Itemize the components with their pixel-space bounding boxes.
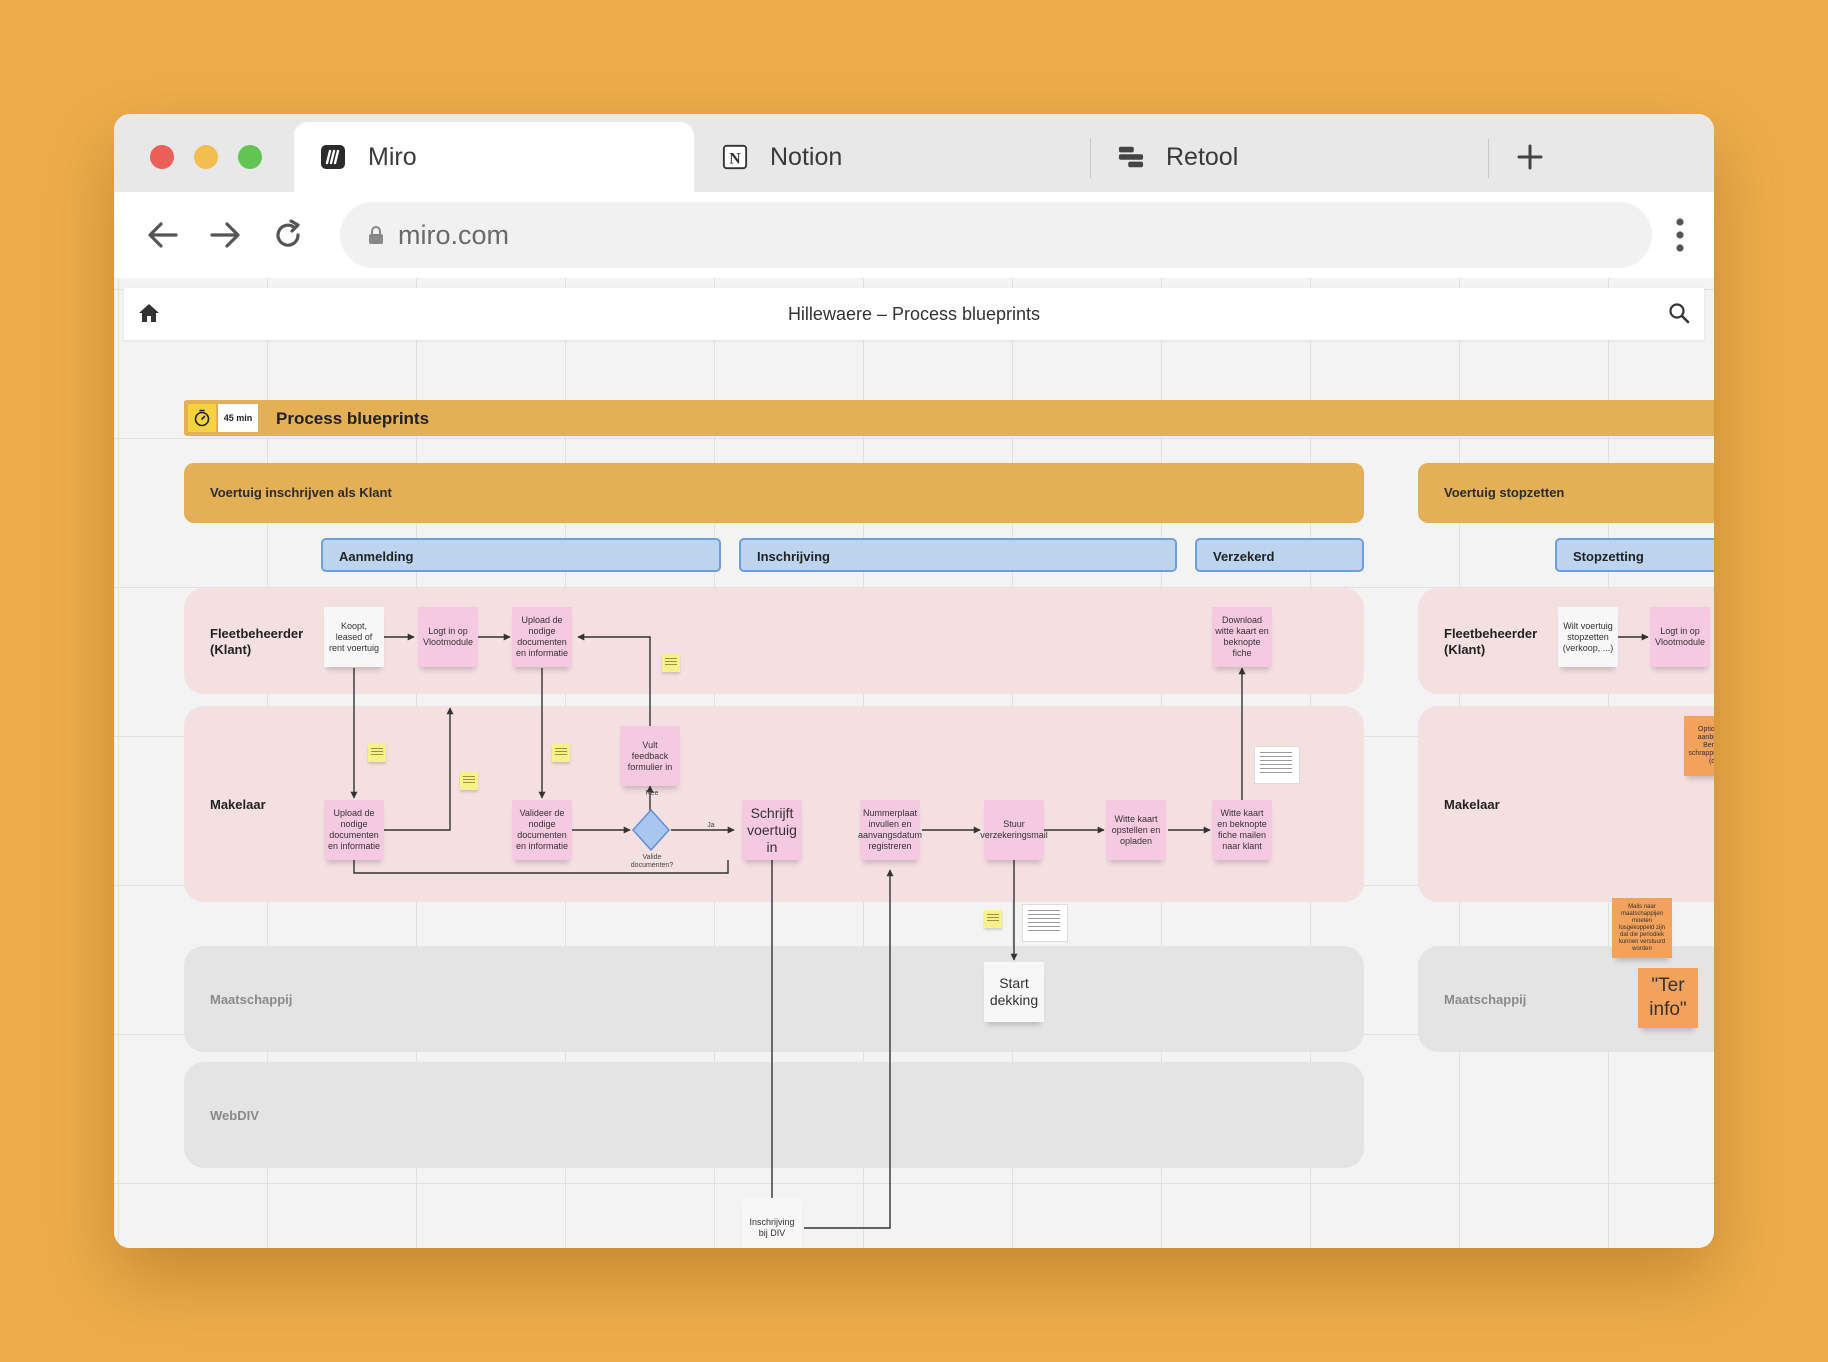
back-arrow-icon[interactable] (142, 214, 184, 256)
sticky-optioneel[interactable]: Optioneel: aanbieden Bericht schrapping … (1684, 716, 1714, 776)
browser-toolbar: miro.com (114, 192, 1714, 278)
sticky-ter-info[interactable]: "Ter info" (1638, 968, 1698, 1028)
tab-notion[interactable]: N Notion (696, 122, 1086, 192)
sticky-wilt-stopzetten[interactable]: Wilt voertuig stopzetten (verkoop, ...) (1558, 607, 1618, 667)
retool-icon (1118, 144, 1144, 170)
flow-connectors-stopzetting (1616, 633, 1649, 641)
url-text: miro.com (398, 219, 510, 250)
tab-divider (1488, 138, 1489, 178)
plus-icon[interactable] (1509, 136, 1551, 178)
miro-icon (320, 144, 346, 170)
reload-icon[interactable] (267, 214, 309, 256)
notion-icon: N (722, 144, 748, 170)
tab-divider (1090, 138, 1091, 178)
close-window-button[interactable] (150, 145, 174, 169)
tab-label: Notion (770, 142, 843, 171)
lock-icon (368, 225, 384, 245)
tab-miro[interactable]: Miro (294, 122, 694, 192)
forward-arrow-icon[interactable] (204, 214, 246, 256)
address-bar[interactable]: miro.com (340, 202, 1652, 268)
miro-canvas[interactable]: Hillewaere – Process blueprints 45 min P… (114, 278, 1714, 1248)
maximize-window-button[interactable] (238, 145, 262, 169)
browser-window: Miro N Notion Retool miro.com Hillewaere… (114, 114, 1714, 1248)
sticky-mails-maatschappijen[interactable]: Mails naar maatschappijen moeten losgeko… (1612, 898, 1672, 958)
tab-bar: Miro N Notion Retool (114, 114, 1714, 192)
tab-label: Miro (368, 142, 417, 171)
sticky-logt-in-stop[interactable]: Logt in op Vlootmodule (1650, 607, 1710, 667)
minimize-window-button[interactable] (194, 145, 218, 169)
kebab-menu-icon[interactable] (1659, 214, 1701, 256)
tab-label: Retool (1166, 142, 1239, 171)
tab-retool[interactable]: Retool (1092, 122, 1482, 192)
svg-text:N: N (729, 151, 741, 168)
